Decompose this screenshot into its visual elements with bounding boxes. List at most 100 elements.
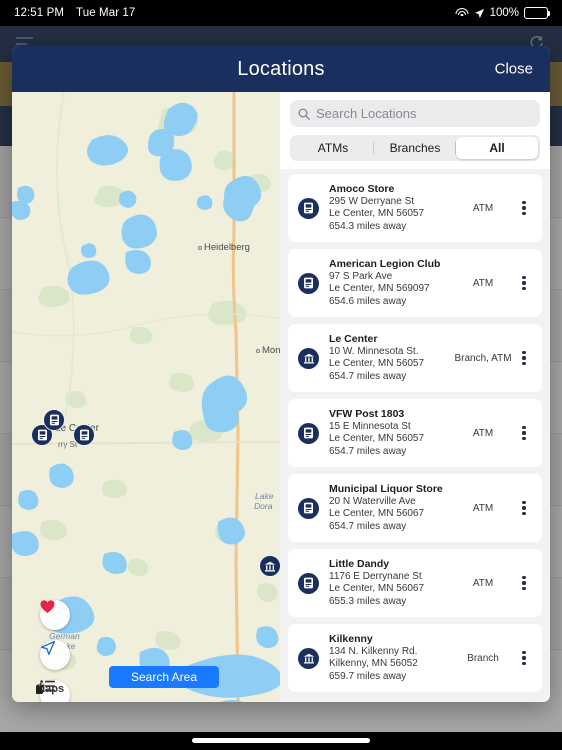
wifi-icon xyxy=(455,7,469,19)
apple-maps-attribution: Maps xyxy=(36,683,64,695)
location-arrow-icon xyxy=(40,640,56,656)
location-type: ATM xyxy=(472,277,494,289)
list-item-menu-button[interactable] xyxy=(514,425,534,441)
battery-percent: 100% xyxy=(489,7,519,19)
list-item-info: VFW Post 1803 15 E Minnesota St Le Cente… xyxy=(319,408,452,459)
kebab-icon xyxy=(522,575,526,591)
list-item-info: Little Dandy 1176 E Derrynane St Le Cent… xyxy=(319,558,452,609)
location-type: ATM xyxy=(472,502,494,514)
list-item-menu-button[interactable] xyxy=(514,575,534,591)
favorites-button[interactable] xyxy=(40,600,70,630)
status-time: 12:51 PM xyxy=(14,7,65,19)
kebab-icon xyxy=(522,275,526,291)
filter-section: ATMs Branches All xyxy=(280,133,550,169)
list-item-menu-button[interactable] xyxy=(514,500,534,516)
location-type: Branch xyxy=(467,652,499,664)
location-distance: 654.3 miles away xyxy=(329,220,407,232)
location-distance: 654.7 miles away xyxy=(329,370,407,382)
location-distance: 659.7 miles away xyxy=(329,670,407,682)
location-distance: 655.3 miles away xyxy=(329,595,407,607)
list-item[interactable]: VFW Post 1803 15 E Minnesota St Le Cente… xyxy=(288,399,542,467)
tab-branches[interactable]: Branches xyxy=(374,137,456,159)
list-item[interactable]: Municipal Liquor Store 20 N Waterville A… xyxy=(288,474,542,542)
location-distance: 654.6 miles away xyxy=(329,295,407,307)
atm-icon xyxy=(298,197,319,219)
close-button[interactable]: Close xyxy=(495,61,533,78)
list-item-info: Kilkenny 134 N. Kilkenny Rd. Kilkenny, M… xyxy=(319,633,452,684)
location-city: Kilkenny, MN 56052 xyxy=(329,658,418,670)
location-name: VFW Post 1803 xyxy=(329,407,405,420)
list-item[interactable]: Le Center 10 W. Minnesota St. Le Center,… xyxy=(288,324,542,392)
locate-me-button[interactable] xyxy=(40,640,70,670)
location-city: Le Center, MN 56067 xyxy=(329,583,425,595)
modal-body: Heidelberg Montgo Le Center rry St ilke … xyxy=(12,92,550,702)
atm-icon xyxy=(298,272,319,294)
tab-all[interactable]: All xyxy=(456,137,538,159)
location-city: Le Center, MN 569097 xyxy=(329,283,430,295)
location-name: Little Dandy xyxy=(329,557,390,570)
search-input[interactable]: Search Locations xyxy=(290,100,540,127)
location-street: 295 W Derryane St xyxy=(329,195,415,207)
location-name: American Legion Club xyxy=(329,257,441,270)
list-item-info: Amoco Store 295 W Derryane St Le Center,… xyxy=(319,183,452,234)
search-icon xyxy=(298,108,310,120)
kebab-icon xyxy=(522,500,526,516)
locations-modal: Locations Close Heidelberg Mon rry St La… xyxy=(12,46,550,702)
list-item-info: American Legion Club 97 S Park Ave Le Ce… xyxy=(319,258,452,309)
search-section: Search Locations xyxy=(280,92,550,133)
list-item[interactable]: Kilkenny 134 N. Kilkenny Rd. Kilkenny, M… xyxy=(288,624,542,692)
location-street: 15 E Minnesota St xyxy=(329,420,411,432)
map-marker-branch[interactable] xyxy=(259,555,280,577)
location-type: ATM xyxy=(472,202,494,214)
map-water-label: Dora xyxy=(254,501,273,511)
status-bar: 12:51 PM Tue Mar 17 100% xyxy=(0,0,562,26)
modal-header: Locations Close xyxy=(12,46,550,92)
search-area-button[interactable]: Search Area xyxy=(109,666,219,688)
location-type: ATM xyxy=(472,427,494,439)
atm-icon xyxy=(298,497,319,519)
atm-icon xyxy=(298,422,319,444)
location-distance: 654.7 miles away xyxy=(329,445,407,457)
location-city: Le Center, MN 56057 xyxy=(329,358,425,370)
map-marker-atm[interactable] xyxy=(73,424,95,446)
list-item-menu-button[interactable] xyxy=(514,350,534,366)
status-bar-left: 12:51 PM Tue Mar 17 xyxy=(14,7,135,19)
list-item-info: Le Center 10 W. Minnesota St. Le Center,… xyxy=(319,333,452,384)
location-street: 134 N. Kilkenny Rd. xyxy=(329,645,418,657)
location-name: Amoco Store xyxy=(329,182,395,195)
device-screen: 12:51 PM Tue Mar 17 100% TR DAT 0 xyxy=(0,0,562,750)
location-street: 10 W. Minnesota St. xyxy=(329,345,419,357)
location-distance: 654.7 miles away xyxy=(329,520,407,532)
map-view[interactable]: Heidelberg Montgo Le Center rry St ilke … xyxy=(12,92,280,702)
list-item-menu-button[interactable] xyxy=(514,200,534,216)
map-marker-atm[interactable] xyxy=(43,409,65,431)
tab-atms[interactable]: ATMs xyxy=(292,137,374,159)
location-type: ATM xyxy=(472,577,494,589)
location-street: 20 N Waterville Ave xyxy=(329,495,416,507)
home-indicator[interactable] xyxy=(192,738,370,743)
list-item-menu-button[interactable] xyxy=(514,650,534,666)
map-place-label: Montgo xyxy=(262,345,280,356)
segmented-control[interactable]: ATMs Branches All xyxy=(290,135,540,161)
battery-icon xyxy=(524,7,551,19)
list-item-info: Municipal Liquor Store 20 N Waterville A… xyxy=(319,483,452,534)
location-name: Le Center xyxy=(329,332,378,345)
list-item-menu-button[interactable] xyxy=(514,275,534,291)
bank-icon xyxy=(298,647,319,669)
bank-icon xyxy=(298,347,319,369)
location-name: Municipal Liquor Store xyxy=(329,482,443,495)
location-arrow-icon xyxy=(474,8,484,18)
search-placeholder: Search Locations xyxy=(316,106,417,121)
list-item[interactable]: Amoco Store 295 W Derryane St Le Center,… xyxy=(288,174,542,242)
map-place-dot xyxy=(198,246,202,250)
status-bar-right: 100% xyxy=(455,7,551,19)
location-street: 1176 E Derrynane St xyxy=(329,570,422,582)
location-city: Le Center, MN 56057 xyxy=(329,433,425,445)
locations-list[interactable]: Amoco Store 295 W Derryane St Le Center,… xyxy=(280,169,550,702)
location-city: Le Center, MN 56057 xyxy=(329,208,425,220)
location-street: 97 S Park Ave xyxy=(329,270,393,282)
list-item[interactable]: American Legion Club 97 S Park Ave Le Ce… xyxy=(288,249,542,317)
list-item[interactable]: Little Dandy 1176 E Derrynane St Le Cent… xyxy=(288,549,542,617)
apple-logo-icon xyxy=(36,683,44,694)
kebab-icon xyxy=(522,650,526,666)
